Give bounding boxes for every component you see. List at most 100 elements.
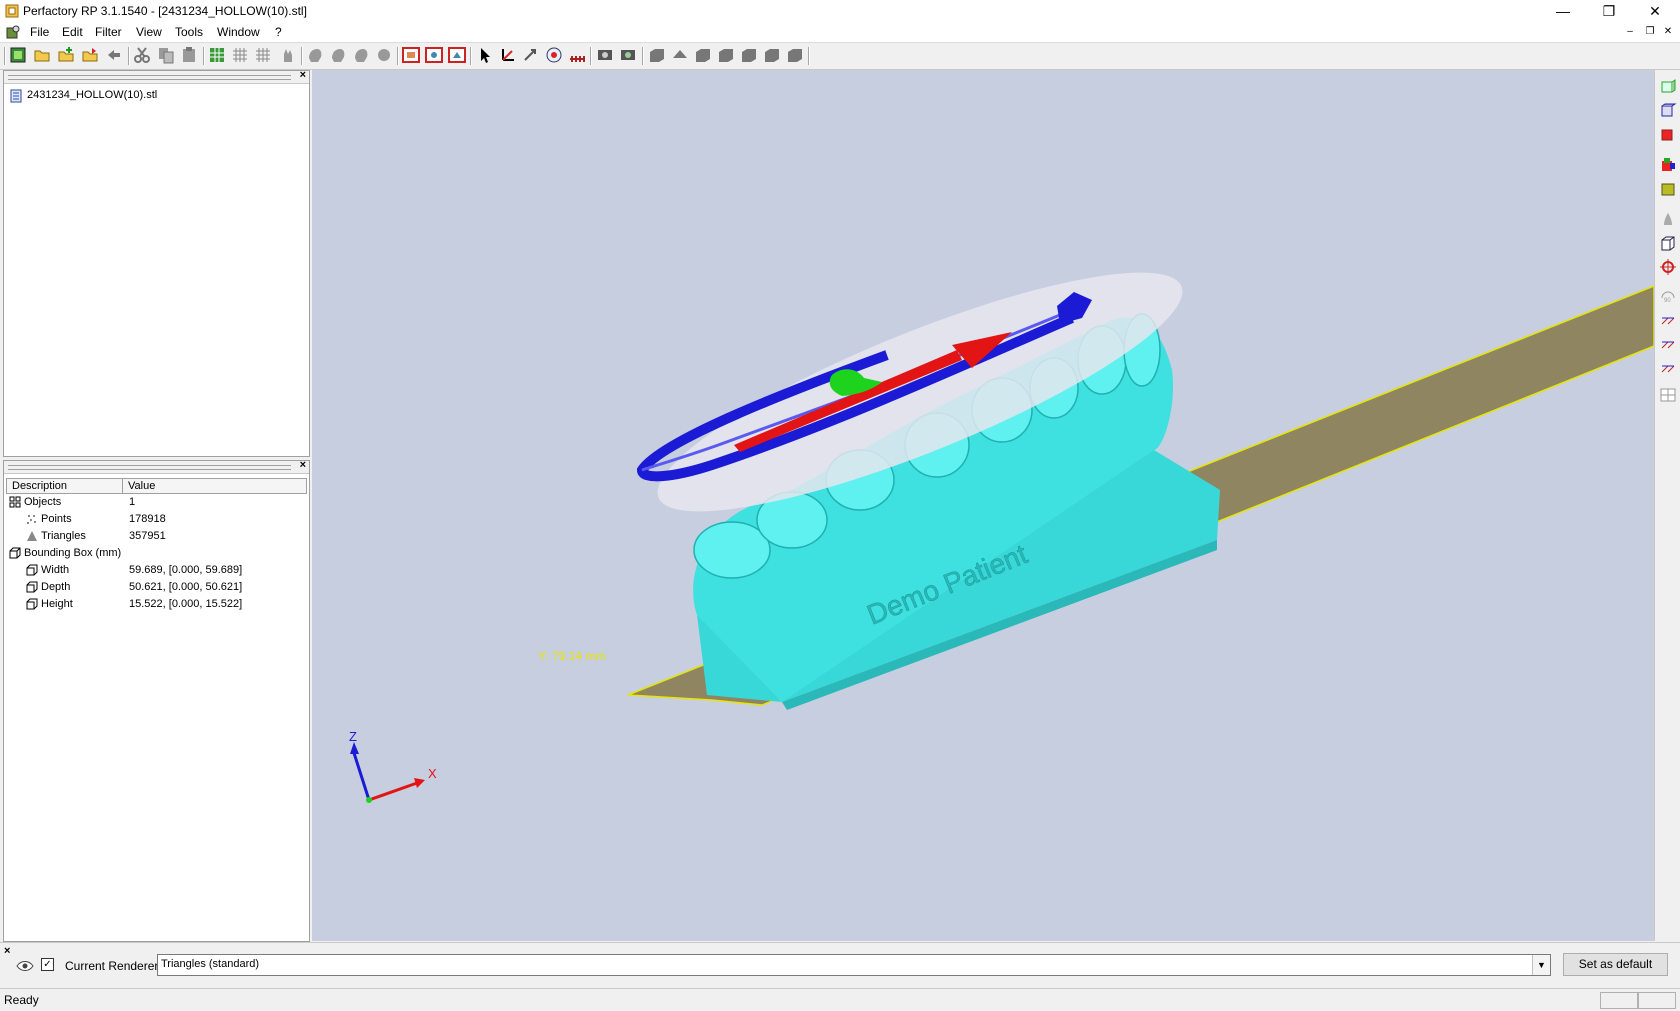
table-row[interactable]: Width 59.689, [0.000, 59.689] bbox=[6, 562, 306, 579]
table-row[interactable]: Height 15.522, [0.000, 15.522] bbox=[6, 596, 306, 613]
row-value: 178918 bbox=[129, 513, 166, 525]
eye-icon[interactable] bbox=[16, 960, 34, 972]
view-front-icon[interactable] bbox=[648, 46, 666, 64]
grid-icon[interactable] bbox=[231, 46, 249, 64]
panel-header[interactable]: × bbox=[4, 459, 309, 474]
set-as-default-button[interactable]: Set as default bbox=[1563, 953, 1668, 976]
panel-grip[interactable] bbox=[8, 465, 291, 470]
row-value: 15.522, [0.000, 15.522] bbox=[129, 598, 243, 610]
new-project-icon[interactable] bbox=[9, 46, 27, 64]
toolbar-separator bbox=[397, 47, 399, 65]
tooth-tool-3-icon[interactable] bbox=[352, 46, 370, 64]
tooth-tool-2-icon[interactable] bbox=[329, 46, 347, 64]
minimize-button[interactable]: — bbox=[1540, 0, 1586, 22]
cut-icon[interactable] bbox=[133, 46, 151, 64]
view-y-yellow-icon[interactable] bbox=[1659, 180, 1677, 198]
view-iso-color-icon[interactable] bbox=[1659, 156, 1677, 174]
open-folder-icon[interactable] bbox=[33, 46, 51, 64]
menu-edit[interactable]: Edit bbox=[62, 24, 83, 40]
move-icon[interactable] bbox=[522, 46, 540, 64]
mdi-minimize-button[interactable]: – bbox=[1622, 25, 1638, 39]
mdi-restore-button[interactable]: ❐ bbox=[1642, 25, 1658, 39]
copy-icon[interactable] bbox=[157, 46, 175, 64]
pointer-icon[interactable] bbox=[476, 46, 494, 64]
table-row[interactable]: Bounding Box (mm) bbox=[6, 545, 306, 562]
column-description[interactable]: Description bbox=[6, 478, 123, 494]
tree-panel-close-button[interactable]: × bbox=[300, 69, 306, 81]
view-bottom-icon[interactable] bbox=[786, 46, 804, 64]
renderer-bar-close-button[interactable]: × bbox=[4, 945, 10, 957]
table-row[interactable]: Depth 50.621, [0.000, 50.621] bbox=[6, 579, 306, 596]
panel-header[interactable]: × bbox=[4, 69, 309, 84]
view-x-green-icon[interactable] bbox=[1659, 78, 1677, 96]
3d-viewport[interactable]: Demo Patient Y: 79.14 mm Z X bbox=[312, 70, 1654, 941]
render-view-3-icon[interactable] bbox=[448, 46, 466, 64]
axis-z-line bbox=[352, 752, 371, 801]
props-panel-close-button[interactable]: × bbox=[300, 459, 306, 471]
render-view-2-icon[interactable] bbox=[425, 46, 443, 64]
renderer-checkbox[interactable]: ✓ bbox=[41, 958, 54, 971]
row-description: Bounding Box (mm) bbox=[24, 547, 122, 559]
tooth-tool-4-icon[interactable] bbox=[375, 46, 393, 64]
table-row[interactable]: Points 178918 bbox=[6, 511, 306, 528]
menu-file[interactable]: File bbox=[30, 24, 49, 40]
object-tree-panel: × 2431234_HOLLOW(10).stl bbox=[3, 69, 310, 457]
shading-icon[interactable] bbox=[1659, 210, 1677, 228]
table-row[interactable]: Objects 1 bbox=[6, 494, 306, 511]
menu-view[interactable]: View bbox=[136, 24, 162, 40]
view-left-icon[interactable] bbox=[694, 46, 712, 64]
menu-help[interactable]: ? bbox=[275, 24, 282, 40]
support-tool-2-icon[interactable] bbox=[619, 46, 637, 64]
rotate-90-icon[interactable]: 90 bbox=[1659, 286, 1677, 304]
toolbar-separator bbox=[4, 47, 6, 65]
paste-icon[interactable] bbox=[180, 46, 198, 64]
layout-icon[interactable] bbox=[1659, 386, 1677, 404]
measure-icon[interactable] bbox=[568, 46, 586, 64]
row-description: Objects bbox=[24, 496, 62, 508]
props-table-header: Description Value bbox=[6, 478, 308, 494]
view-right-icon[interactable] bbox=[717, 46, 735, 64]
status-bar: Ready bbox=[0, 988, 1680, 1011]
view-z-red-icon[interactable] bbox=[1659, 126, 1677, 144]
toolbar-separator bbox=[470, 47, 472, 65]
renderer-select-value: Triangles (standard) bbox=[161, 958, 260, 970]
open-plus-icon[interactable] bbox=[57, 46, 75, 64]
hand-icon[interactable] bbox=[279, 46, 297, 64]
grid-options-icon[interactable] bbox=[254, 46, 272, 64]
column-value[interactable]: Value bbox=[122, 478, 307, 494]
mdi-close-button[interactable]: ✕ bbox=[1660, 25, 1676, 39]
tooth-tool-1-icon[interactable] bbox=[306, 46, 324, 64]
view-iso-icon[interactable] bbox=[763, 46, 781, 64]
view-y-blue-icon[interactable] bbox=[1659, 102, 1677, 120]
mirror-y-icon[interactable] bbox=[1659, 334, 1677, 352]
mirror-z-icon[interactable] bbox=[1659, 358, 1677, 376]
view-back-icon[interactable] bbox=[740, 46, 758, 64]
mirror-x-icon[interactable] bbox=[1659, 310, 1677, 328]
toolbar-separator bbox=[808, 47, 810, 65]
row-description: Triangles bbox=[41, 530, 86, 542]
box-view-icon[interactable] bbox=[1659, 234, 1677, 252]
menu-tools[interactable]: Tools bbox=[175, 24, 203, 40]
menu-window[interactable]: Window bbox=[217, 24, 260, 40]
close-button[interactable]: ✕ bbox=[1632, 0, 1678, 22]
chevron-down-icon[interactable]: ▼ bbox=[1532, 955, 1550, 975]
axis-select-icon[interactable] bbox=[499, 46, 517, 64]
undo-icon[interactable] bbox=[105, 46, 123, 64]
render-view-1-icon[interactable] bbox=[402, 46, 420, 64]
menu-filter[interactable]: Filter bbox=[95, 24, 122, 40]
window-title: Perfactory RP 3.1.1540 - [2431234_HOLLOW… bbox=[23, 4, 307, 18]
panel-grip[interactable] bbox=[8, 75, 291, 80]
renderer-select[interactable]: Triangles (standard) ▼ bbox=[157, 954, 1551, 976]
restore-button[interactable]: ❐ bbox=[1586, 0, 1632, 22]
support-tool-1-icon[interactable] bbox=[596, 46, 614, 64]
rotate-icon[interactable] bbox=[545, 46, 563, 64]
center-icon[interactable] bbox=[1659, 258, 1677, 276]
points-icon bbox=[27, 515, 36, 524]
grid-select-icon[interactable] bbox=[208, 46, 226, 64]
title-bar: Perfactory RP 3.1.1540 - [2431234_HOLLOW… bbox=[0, 0, 1680, 22]
save-folder-icon[interactable] bbox=[81, 46, 99, 64]
view-top-icon[interactable] bbox=[671, 46, 689, 64]
table-row[interactable]: Triangles 357951 bbox=[6, 528, 306, 545]
scene-canvas[interactable]: Demo Patient Y: 79.14 mm Z X bbox=[312, 70, 1654, 941]
document-icon[interactable] bbox=[6, 25, 20, 39]
